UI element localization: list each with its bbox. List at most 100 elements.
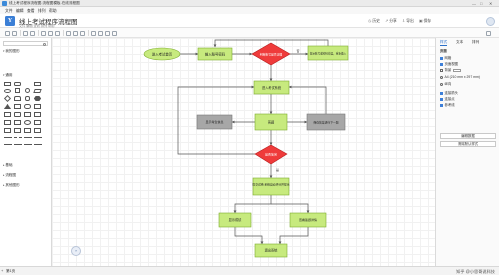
shape-actor[interactable]: [4, 128, 11, 133]
edge-score-end: [234, 227, 264, 245]
background-checkbox[interactable]: [440, 68, 443, 72]
connection-points-checkbox[interactable]: [440, 97, 443, 101]
shape-rectangle[interactable]: [4, 82, 11, 86]
shape-swimlane[interactable]: [34, 112, 41, 117]
menu-help[interactable]: 帮助: [49, 9, 57, 14]
shape-container[interactable]: [24, 112, 31, 117]
shape-textbox[interactable]: [34, 82, 41, 86]
shape-search-input[interactable]: [3, 41, 48, 46]
shape-square[interactable]: [15, 88, 20, 93]
option-paper-size[interactable]: A4 (210 mm x 297 mm): [440, 75, 480, 79]
undo-icon[interactable]: [5, 30, 10, 36]
connector-icon[interactable]: [91, 30, 96, 36]
menu-edit[interactable]: 编辑: [16, 9, 24, 14]
diagram-canvas[interactable]: 进入考试首页 输入账号密码 判断账号是否正确 提示账号或密码错误，重新输入 否 …: [52, 38, 435, 266]
add-page-button[interactable]: +: [1, 268, 3, 273]
shape-document[interactable]: [14, 96, 21, 101]
redo-icon[interactable]: [12, 30, 17, 36]
shape-connector[interactable]: [4, 144, 12, 145]
shape-diamond[interactable]: [3, 94, 12, 103]
shadow-icon[interactable]: [80, 30, 85, 36]
node-submit[interactable]: [252, 177, 290, 196]
paper-size-radio[interactable]: [440, 75, 443, 79]
zoom-out-icon[interactable]: [30, 30, 35, 36]
option-grid[interactable]: 网格: [440, 55, 451, 60]
shape-curve[interactable]: [14, 144, 22, 145]
to-front-icon[interactable]: [48, 30, 53, 36]
shape-line[interactable]: [4, 137, 12, 138]
maximize-button[interactable]: □: [480, 1, 482, 6]
close-button[interactable]: ✕: [489, 1, 492, 6]
minimize-button[interactable]: —: [472, 1, 476, 6]
section-general[interactable]: 通用: [3, 73, 12, 78]
shape-cylinder[interactable]: [25, 96, 30, 101]
to-back-icon[interactable]: [55, 30, 60, 36]
shape-bidirectional[interactable]: [34, 144, 42, 145]
fill-color-icon[interactable]: [66, 30, 71, 36]
menu-file[interactable]: 文件: [5, 9, 13, 14]
shape-frame[interactable]: [34, 120, 41, 125]
fullscreen-icon[interactable]: [486, 30, 491, 36]
tab-text[interactable]: 文本: [456, 40, 463, 45]
orientation-radio[interactable]: [440, 82, 443, 86]
shape-callout[interactable]: [14, 112, 21, 117]
shape-or[interactable]: [34, 128, 41, 133]
menu-view[interactable]: 查看: [27, 9, 35, 14]
insert-icon[interactable]: [105, 30, 110, 36]
zoom-in-icon[interactable]: [23, 30, 28, 36]
waypoint-icon[interactable]: [98, 30, 103, 36]
shape-link[interactable]: [24, 144, 32, 145]
grid-checkbox[interactable]: [440, 56, 443, 60]
export-button[interactable]: ⇩导出: [402, 18, 414, 24]
page-tab[interactable]: 第1页: [6, 269, 15, 274]
shape-step[interactable]: [14, 128, 21, 133]
shape-table[interactable]: [14, 120, 21, 125]
option-paper-size-label: A4 (210 mm x 297 mm): [444, 75, 480, 79]
shape-dashed-line[interactable]: [14, 137, 22, 138]
clear-default-style-button[interactable]: 清除默认样式: [440, 141, 496, 147]
shape-hexagon[interactable]: [34, 96, 41, 101]
option-orientation[interactable]: 纵向: [440, 81, 451, 86]
delete-icon[interactable]: [41, 30, 46, 36]
option-guides[interactable]: 参考线: [440, 102, 455, 107]
guides-checkbox[interactable]: [440, 103, 443, 107]
tab-style[interactable]: 样式: [440, 40, 448, 46]
option-background[interactable]: 背景: [440, 67, 462, 72]
section-flowchart[interactable]: 流程图: [3, 173, 16, 178]
avatar[interactable]: [486, 16, 495, 26]
shape-parallelogram[interactable]: [33, 89, 42, 93]
node-answer-label: 答题: [268, 120, 275, 125]
save-button[interactable]: ▣保存: [419, 18, 431, 24]
shape-ellipse[interactable]: [4, 89, 11, 93]
shape-note[interactable]: [4, 112, 11, 117]
shape-cross[interactable]: [24, 128, 31, 133]
section-basic[interactable]: 基础: [3, 163, 12, 168]
line-color-icon[interactable]: [73, 30, 78, 36]
shape-double-arrow[interactable]: [34, 137, 42, 138]
shape-card[interactable]: [34, 104, 41, 109]
share-button[interactable]: ↗分享: [385, 18, 397, 24]
section-my-shapes[interactable]: 我的图形: [3, 49, 19, 54]
option-page-view[interactable]: 页面视图: [440, 61, 458, 66]
tab-arrange[interactable]: 排列: [472, 40, 479, 45]
background-swatch[interactable]: [453, 68, 462, 72]
shape-text[interactable]: [24, 82, 31, 86]
table-icon[interactable]: [112, 30, 117, 36]
option-connection-points[interactable]: 连接点: [440, 96, 455, 101]
shape-circle[interactable]: [25, 88, 30, 93]
shape-list[interactable]: [4, 120, 11, 125]
option-connection-arrows[interactable]: 连接箭头: [440, 90, 458, 95]
menu-arrange[interactable]: 排列: [38, 9, 46, 14]
shape-terminator[interactable]: [24, 104, 31, 109]
section-other-shapes[interactable]: 其他图形: [3, 183, 19, 188]
shape-arrow[interactable]: [24, 137, 32, 138]
connection-arrows-checkbox[interactable]: [440, 91, 443, 95]
edit-data-button[interactable]: 编辑数据: [440, 133, 496, 139]
shape-cloud[interactable]: [24, 120, 31, 125]
shape-process[interactable]: [14, 104, 21, 109]
shape-triangle[interactable]: [4, 104, 11, 109]
page-view-checkbox[interactable]: [440, 62, 443, 66]
help-button[interactable]: ?: [71, 246, 81, 256]
shape-rounded-rect[interactable]: [14, 82, 21, 86]
history-button[interactable]: ◷历史: [368, 18, 380, 24]
